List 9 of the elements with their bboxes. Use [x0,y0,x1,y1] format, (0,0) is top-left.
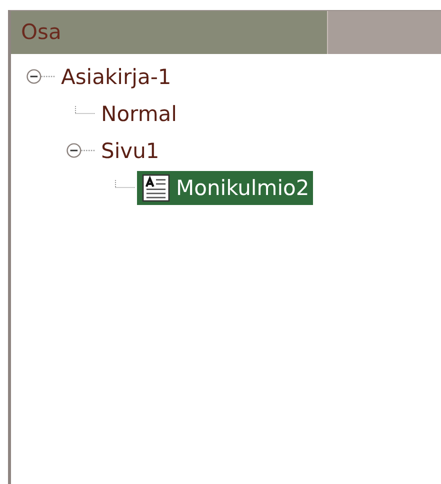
collapse-icon[interactable] [25,68,55,85]
text-document-icon [141,172,171,202]
tree-item[interactable]: Sivu1 [97,136,164,164]
tree-connector-icon [115,180,135,188]
tree-item[interactable]: Monikulmio2 [137,170,314,204]
tree-item[interactable]: Asiakirja-1 [57,62,176,90]
tree-connector-icon [75,106,95,114]
collapse-icon[interactable] [65,142,95,159]
tree-item[interactable]: Normal [97,100,181,128]
